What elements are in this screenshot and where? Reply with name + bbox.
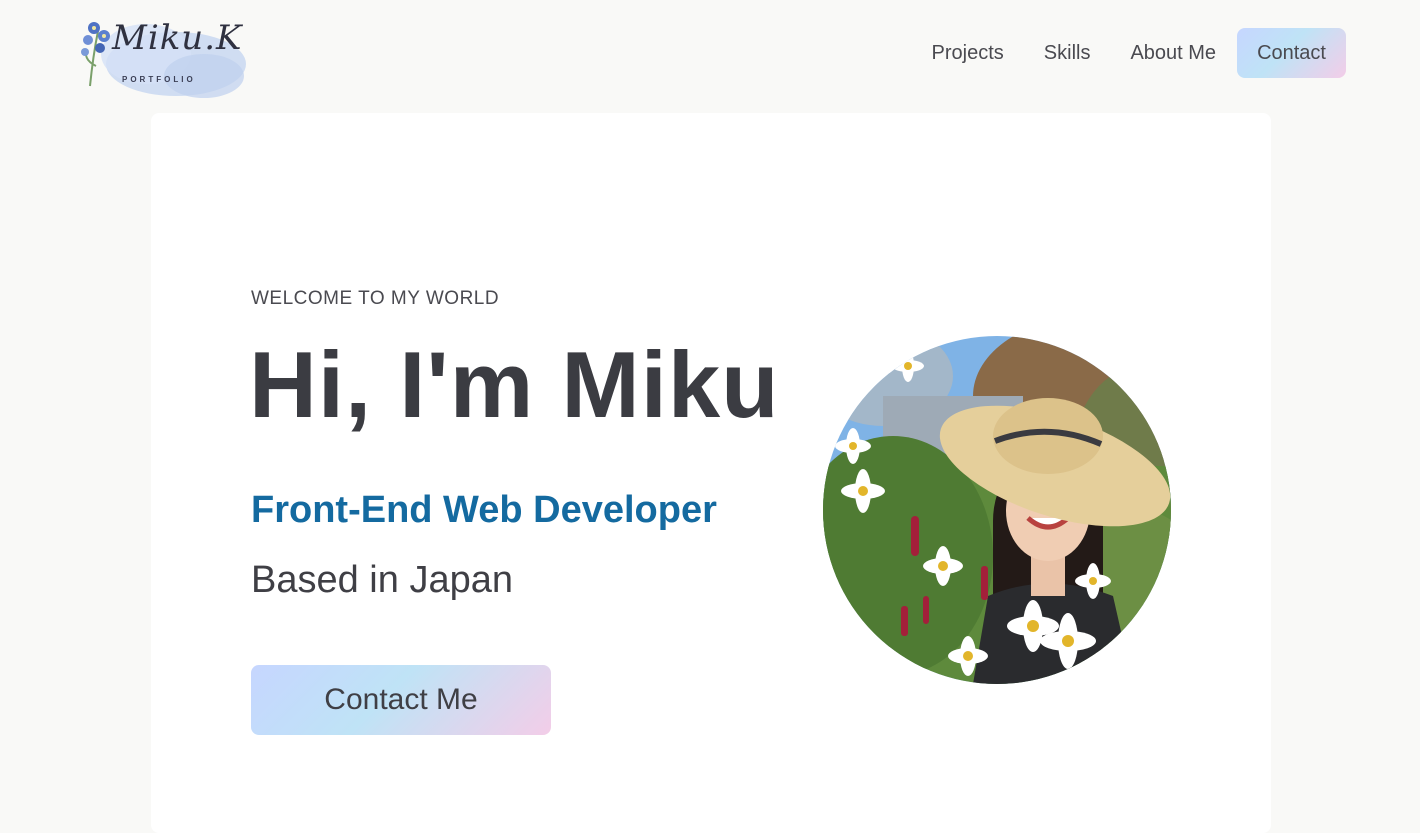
nav-projects[interactable]: Projects — [932, 42, 1004, 65]
nav-skills[interactable]: Skills — [1044, 42, 1091, 65]
main-nav: Projects Skills About Me Contact — [892, 28, 1346, 78]
hero-location: Based in Japan — [251, 559, 513, 601]
profile-photo — [823, 336, 1171, 684]
hero-headline: Hi, I'm Miku — [249, 332, 780, 437]
site-logo[interactable]: Miku.K PORTFOLIO — [76, 6, 254, 102]
profile-photo-illustration — [823, 336, 1171, 684]
hero-eyebrow: WELCOME TO MY WORLD — [251, 288, 500, 309]
nav-contact-button[interactable]: Contact — [1237, 28, 1346, 78]
nav-about-me[interactable]: About Me — [1130, 42, 1216, 65]
site-header: Miku.K PORTFOLIO Projects Skills About M… — [0, 0, 1420, 110]
logo-subtitle: PORTFOLIO — [122, 75, 196, 84]
logo-script-text: Miku.K — [112, 18, 243, 58]
contact-me-button[interactable]: Contact Me — [251, 665, 551, 735]
hero-card: WELCOME TO MY WORLD Hi, I'm Miku Front-E… — [151, 113, 1271, 833]
hero-role: Front-End Web Developer — [251, 489, 717, 531]
